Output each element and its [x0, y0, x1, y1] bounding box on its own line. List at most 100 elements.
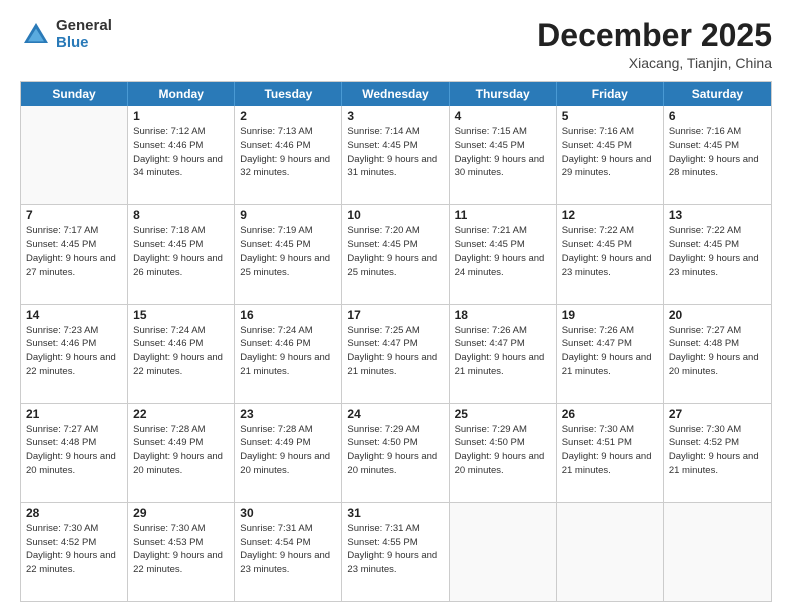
day-info: Sunrise: 7:30 AMSunset: 4:52 PMDaylight:… — [669, 423, 766, 478]
calendar-header: SundayMondayTuesdayWednesdayThursdayFrid… — [21, 82, 771, 106]
day-info: Sunrise: 7:28 AMSunset: 4:49 PMDaylight:… — [133, 423, 229, 478]
day-info: Sunrise: 7:31 AMSunset: 4:55 PMDaylight:… — [347, 522, 443, 577]
calendar: SundayMondayTuesdayWednesdayThursdayFrid… — [20, 81, 772, 602]
day-number: 17 — [347, 308, 443, 322]
day-number: 6 — [669, 109, 766, 123]
day-number: 1 — [133, 109, 229, 123]
day-info: Sunrise: 7:16 AMSunset: 4:45 PMDaylight:… — [669, 125, 766, 180]
header-day-wednesday: Wednesday — [342, 82, 449, 106]
calendar-cell: 30 Sunrise: 7:31 AMSunset: 4:54 PMDayligh… — [235, 503, 342, 601]
day-number: 14 — [26, 308, 122, 322]
day-number: 8 — [133, 208, 229, 222]
calendar-cell: 29Sunrise: 7:30 AMSunset: 4:53 PMDayligh… — [128, 503, 235, 601]
day-number: 18 — [455, 308, 551, 322]
header-day-thursday: Thursday — [450, 82, 557, 106]
day-info: Sunrise: 7:18 AMSunset: 4:45 PMDaylight:… — [133, 224, 229, 279]
calendar-row-1: 1 Sunrise: 7:12 AMSunset: 4:46 PMDaylight… — [21, 106, 771, 205]
calendar-cell: 18 Sunrise: 7:26 AMSunset: 4:47 PMDayligh… — [450, 305, 557, 403]
day-number: 16 — [240, 308, 336, 322]
day-number: 11 — [455, 208, 551, 222]
logo-blue-text: Blue — [56, 35, 112, 52]
day-number: 24 — [347, 407, 443, 421]
calendar-cell: 14 Sunrise: 7:23 AMSunset: 4:46 PMDayligh… — [21, 305, 128, 403]
calendar-cell: 20Sunrise: 7:27 AMSunset: 4:48 PMDayligh… — [664, 305, 771, 403]
calendar-cell: 4 Sunrise: 7:15 AMSunset: 4:45 PMDaylight… — [450, 106, 557, 204]
day-info: Sunrise: 7:12 AMSunset: 4:46 PMDaylight:… — [133, 125, 229, 180]
calendar-row-5: 28 Sunrise: 7:30 AMSunset: 4:52 PMDayligh… — [21, 503, 771, 601]
month-title: December 2025 — [537, 18, 772, 53]
day-number: 3 — [347, 109, 443, 123]
day-number: 2 — [240, 109, 336, 123]
calendar-cell: 15Sunrise: 7:24 AMSunset: 4:46 PMDayligh… — [128, 305, 235, 403]
day-number: 26 — [562, 407, 658, 421]
day-info: Sunrise: 7:25 AMSunset: 4:47 PMDaylight:… — [347, 324, 443, 379]
day-number: 28 — [26, 506, 122, 520]
calendar-cell: 2Sunrise: 7:13 AMSunset: 4:46 PMDaylight… — [235, 106, 342, 204]
calendar-cell: 11 Sunrise: 7:21 AMSunset: 4:45 PMDayligh… — [450, 205, 557, 303]
day-number: 30 — [240, 506, 336, 520]
day-number: 19 — [562, 308, 658, 322]
calendar-cell: 12Sunrise: 7:22 AMSunset: 4:45 PMDayligh… — [557, 205, 664, 303]
calendar-row-4: 21 Sunrise: 7:27 AMSunset: 4:48 PMDayligh… — [21, 404, 771, 503]
calendar-cell: 9Sunrise: 7:19 AMSunset: 4:45 PMDaylight… — [235, 205, 342, 303]
day-info: Sunrise: 7:22 AMSunset: 4:45 PMDaylight:… — [669, 224, 766, 279]
calendar-cell: 23 Sunrise: 7:28 AMSunset: 4:49 PMDayligh… — [235, 404, 342, 502]
title-area: December 2025 Xiacang, Tianjin, China — [537, 18, 772, 71]
calendar-row-2: 7Sunrise: 7:17 AMSunset: 4:45 PMDaylight… — [21, 205, 771, 304]
day-info: Sunrise: 7:27 AMSunset: 4:48 PMDaylight:… — [26, 423, 122, 478]
calendar-cell: 21 Sunrise: 7:27 AMSunset: 4:48 PMDayligh… — [21, 404, 128, 502]
day-info: Sunrise: 7:26 AMSunset: 4:47 PMDaylight:… — [562, 324, 658, 379]
calendar-cell: 31 Sunrise: 7:31 AMSunset: 4:55 PMDayligh… — [342, 503, 449, 601]
day-info: Sunrise: 7:23 AMSunset: 4:46 PMDaylight:… — [26, 324, 122, 379]
calendar-cell: 7Sunrise: 7:17 AMSunset: 4:45 PMDaylight… — [21, 205, 128, 303]
calendar-cell: 24 Sunrise: 7:29 AMSunset: 4:50 PMDayligh… — [342, 404, 449, 502]
calendar-cell: 25Sunrise: 7:29 AMSunset: 4:50 PMDayligh… — [450, 404, 557, 502]
calendar-body: 1 Sunrise: 7:12 AMSunset: 4:46 PMDaylight… — [21, 106, 771, 601]
day-number: 5 — [562, 109, 658, 123]
day-number: 10 — [347, 208, 443, 222]
day-info: Sunrise: 7:24 AMSunset: 4:46 PMDaylight:… — [133, 324, 229, 379]
calendar-cell: 6 Sunrise: 7:16 AMSunset: 4:45 PMDaylight… — [664, 106, 771, 204]
day-info: Sunrise: 7:26 AMSunset: 4:47 PMDaylight:… — [455, 324, 551, 379]
logo-text: General Blue — [56, 18, 112, 51]
day-info: Sunrise: 7:16 AMSunset: 4:45 PMDaylight:… — [562, 125, 658, 180]
day-info: Sunrise: 7:31 AMSunset: 4:54 PMDaylight:… — [240, 522, 336, 577]
calendar-cell — [21, 106, 128, 204]
calendar-cell: 5 Sunrise: 7:16 AMSunset: 4:45 PMDaylight… — [557, 106, 664, 204]
header-day-monday: Monday — [128, 82, 235, 106]
location-subtitle: Xiacang, Tianjin, China — [537, 55, 772, 71]
logo: General Blue — [20, 18, 112, 51]
day-number: 7 — [26, 208, 122, 222]
day-info: Sunrise: 7:30 AMSunset: 4:52 PMDaylight:… — [26, 522, 122, 577]
calendar-cell: 27Sunrise: 7:30 AMSunset: 4:52 PMDayligh… — [664, 404, 771, 502]
calendar-cell: 10Sunrise: 7:20 AMSunset: 4:45 PMDayligh… — [342, 205, 449, 303]
day-info: Sunrise: 7:15 AMSunset: 4:45 PMDaylight:… — [455, 125, 551, 180]
calendar-cell — [450, 503, 557, 601]
calendar-cell — [557, 503, 664, 601]
day-info: Sunrise: 7:30 AMSunset: 4:53 PMDaylight:… — [133, 522, 229, 577]
calendar-cell: 13 Sunrise: 7:22 AMSunset: 4:45 PMDayligh… — [664, 205, 771, 303]
calendar-cell: 28 Sunrise: 7:30 AMSunset: 4:52 PMDayligh… — [21, 503, 128, 601]
day-number: 31 — [347, 506, 443, 520]
header-day-saturday: Saturday — [664, 82, 771, 106]
day-info: Sunrise: 7:14 AMSunset: 4:45 PMDaylight:… — [347, 125, 443, 180]
logo-icon — [20, 19, 52, 51]
day-number: 4 — [455, 109, 551, 123]
calendar-cell: 19 Sunrise: 7:26 AMSunset: 4:47 PMDayligh… — [557, 305, 664, 403]
day-info: Sunrise: 7:24 AMSunset: 4:46 PMDaylight:… — [240, 324, 336, 379]
header-day-sunday: Sunday — [21, 82, 128, 106]
day-info: Sunrise: 7:30 AMSunset: 4:51 PMDaylight:… — [562, 423, 658, 478]
calendar-cell: 1 Sunrise: 7:12 AMSunset: 4:46 PMDaylight… — [128, 106, 235, 204]
day-number: 13 — [669, 208, 766, 222]
day-info: Sunrise: 7:21 AMSunset: 4:45 PMDaylight:… — [455, 224, 551, 279]
day-info: Sunrise: 7:22 AMSunset: 4:45 PMDaylight:… — [562, 224, 658, 279]
calendar-cell: 22Sunrise: 7:28 AMSunset: 4:49 PMDayligh… — [128, 404, 235, 502]
day-info: Sunrise: 7:29 AMSunset: 4:50 PMDaylight:… — [347, 423, 443, 478]
calendar-cell: 16 Sunrise: 7:24 AMSunset: 4:46 PMDayligh… — [235, 305, 342, 403]
day-number: 23 — [240, 407, 336, 421]
header: General Blue December 2025 Xiacang, Tian… — [20, 18, 772, 71]
header-day-tuesday: Tuesday — [235, 82, 342, 106]
calendar-cell: 26 Sunrise: 7:30 AMSunset: 4:51 PMDayligh… — [557, 404, 664, 502]
day-number: 21 — [26, 407, 122, 421]
day-info: Sunrise: 7:28 AMSunset: 4:49 PMDaylight:… — [240, 423, 336, 478]
